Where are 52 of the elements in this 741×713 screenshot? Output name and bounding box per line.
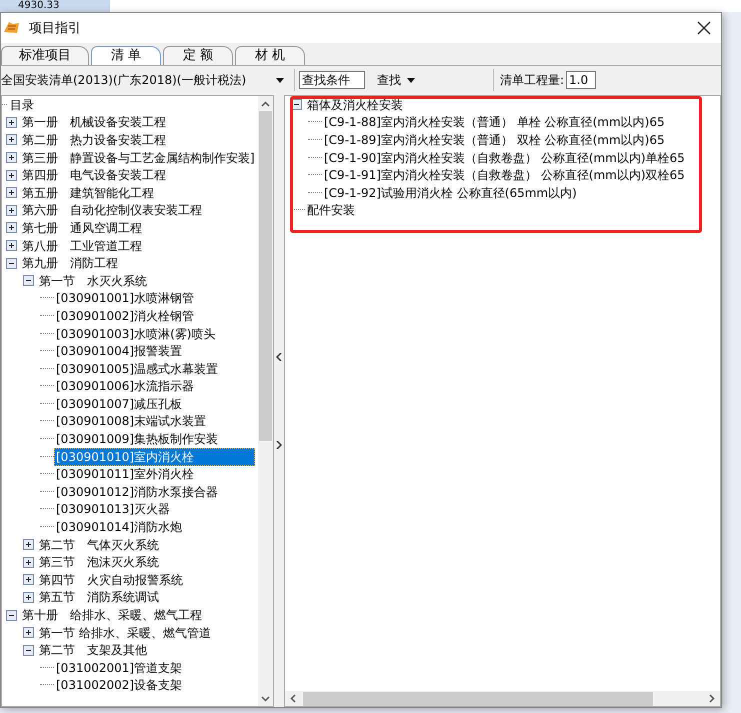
value-cell: 4930.33 [0, 0, 110, 12]
tree-item[interactable]: 第九册 消防工程 [20, 254, 120, 272]
tree-item[interactable]: 第一节 水灭火系统 [37, 272, 149, 290]
tree-item[interactable]: 第八册 工业管道工程 [20, 236, 144, 255]
tree-item[interactable]: [030901014]消防水炮 [54, 518, 184, 536]
tree-item[interactable]: 第五册 建筑智能化工程 [20, 184, 156, 202]
tab[interactable]: 标准项目 [1, 46, 89, 65]
tree-item[interactable]: [030901006]水流指示器 [54, 377, 196, 396]
tree-item[interactable]: 第七册 通风空调工程 [20, 218, 144, 237]
tree-item[interactable]: [030901003]水喷淋(雾)喷头 [54, 324, 218, 343]
tab[interactable]: 定 额 [163, 46, 233, 65]
tree-item[interactable]: [030901009]集热板制作安装 [54, 430, 220, 448]
tree-item[interactable]: [C9-1-91]室内消火栓安装（自救卷盘） 公称直径(mm以内)双栓65 [322, 166, 687, 184]
library-dropdown[interactable]: 全国安装清单(2013)(广东2018)(一般计税法) [1, 70, 288, 90]
tab[interactable]: 材 机 [235, 46, 305, 65]
window-title: 项目指引 [29, 20, 82, 37]
tree-item[interactable]: [030901013]灭火器 [54, 500, 172, 518]
tree-item[interactable]: 第六册 自动化控制仪表安装工程 [20, 201, 204, 220]
tree-item[interactable]: [030901007]减压孔板 [54, 394, 184, 413]
quantity-field[interactable]: 1.0 [566, 71, 596, 89]
tree-item[interactable]: 第二节 气体灭火系统 [37, 536, 161, 554]
tree-item[interactable]: [031002001]管道支架 [54, 658, 184, 677]
tree-item[interactable]: 目录 [8, 96, 36, 114]
tree-item[interactable]: 第一节 给排水、采暖、燃气管道 [37, 624, 213, 642]
tree-item[interactable]: 第四册 电气设备安装工程 [20, 166, 168, 184]
tree-item[interactable]: [030901002]消火栓钢管 [54, 306, 196, 325]
tree-item[interactable]: [030901011]室外消火栓 [54, 465, 196, 484]
tree-item[interactable]: [030901004]报警装置 [54, 342, 184, 360]
tree-item[interactable]: 第三册 静置设备与工艺金属结构制作安装] [20, 148, 257, 167]
quantity-label: 清单工程量: [500, 72, 564, 88]
tree-item[interactable]: [030901008]末端试水装置 [54, 412, 208, 430]
tree-item[interactable]: [030901012]消防水泵接合器 [54, 482, 220, 501]
tree-item[interactable]: 第二册 热力设备安装工程 [20, 130, 168, 149]
tree-item[interactable]: 箱体及消火栓安装 [305, 96, 405, 114]
tree-item[interactable]: 第二节 支架及其他 [37, 641, 149, 660]
tree-item[interactable]: 第十册 给排水、采暖、燃气工程 [20, 606, 204, 624]
tree-item[interactable]: [C9-1-89]室内消火栓安装（普通） 双栓 公称直径(mm以内)65 [322, 130, 667, 149]
tab[interactable]: 清 单 [91, 46, 161, 65]
tree-item[interactable]: 第五节 消防系统调试 [37, 588, 161, 606]
search-field[interactable]: 查找条件 [299, 71, 365, 89]
tree-item[interactable]: [030901001]水喷淋钢管 [54, 289, 196, 308]
tree-item[interactable]: [C9-1-88]室内消火栓安装（普通） 单栓 公称直径(mm以内)65 [322, 113, 667, 132]
tree-item[interactable]: [031002002]设备支架 [54, 676, 184, 694]
find-button[interactable]: 查找 [375, 72, 417, 88]
tree-item[interactable]: 第一册 机械设备安装工程 [20, 113, 168, 132]
tree-item[interactable]: [C9-1-92]试验用消火栓 公称直径(65mm以内) [322, 184, 579, 202]
tree-item[interactable]: [C9-1-90]室内消火栓安装（自救卷盘） 公称直径(mm以内)单栓65 [322, 148, 687, 167]
tree-item[interactable]: [030901010]室内消火栓 [54, 448, 256, 466]
tree-item[interactable]: [030901005]温感式水幕装置 [54, 360, 220, 378]
tree-item[interactable]: 配件安装 [305, 201, 357, 220]
tree-item[interactable]: 第三节 泡沫灭火系统 [37, 553, 161, 572]
tree-item[interactable]: 第四节 火灾自动报警系统 [37, 570, 185, 589]
